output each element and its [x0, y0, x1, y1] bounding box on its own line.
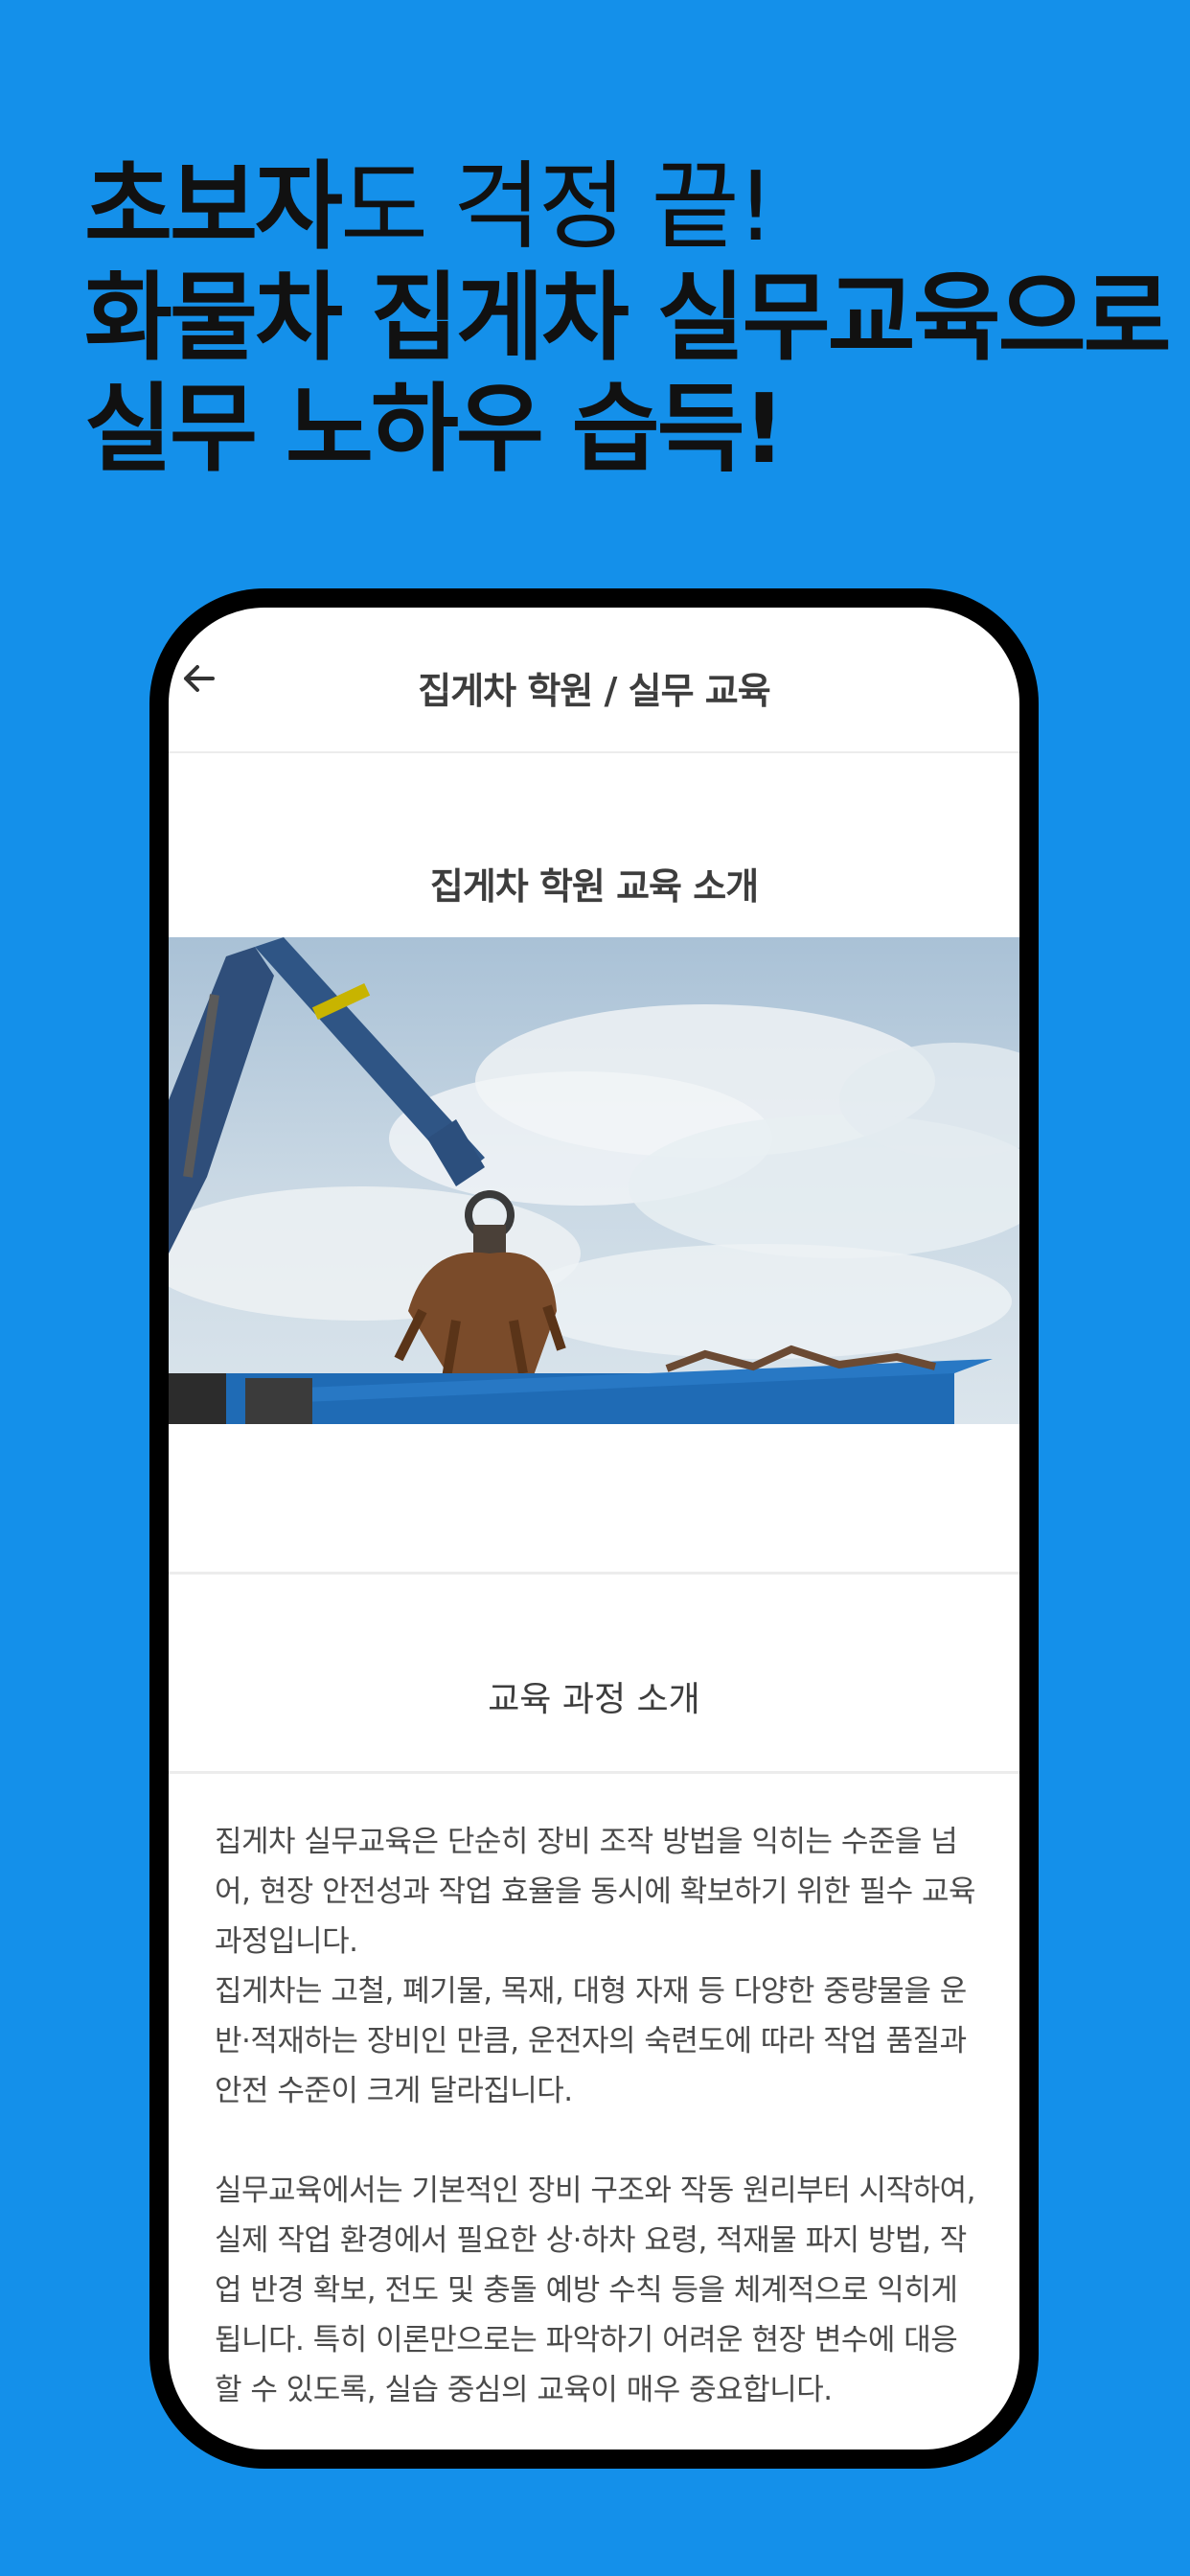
course-section-title: 교육 과정 소개 — [488, 1680, 700, 1719]
page-title: 집게차 학원 / 실무 교육 — [418, 670, 770, 712]
course-description: 집게차 실무교육은 단순히 장비 조작 방법을 익히는 수준을 넘어, 현장 안… — [215, 1817, 977, 2415]
headline-regular: 도 걱정 끝! — [340, 150, 775, 263]
divider — [169, 1572, 1019, 1575]
headline-line-1: 초보자도 걱정 끝! — [84, 151, 1138, 263]
description-paragraph: 집게차 실무교육은 단순히 장비 조작 방법을 익히는 수준을 넘어, 현장 안… — [215, 1825, 976, 1959]
description-paragraph: 집게차는 고철, 폐기물, 목재, 대형 자재 등 다양한 중량물을 운반·적재… — [215, 1974, 967, 2108]
description-paragraph: 실무교육에서는 기본적인 장비 구조와 작동 원리부터 시작하여, 실제 작업 … — [215, 2174, 976, 2407]
section-title: 집게차 학원 교육 소개 — [429, 865, 759, 908]
hero-image — [169, 937, 1019, 1424]
headline-line-3: 실무 노하우 습득! — [84, 373, 786, 485]
headline-line-2: 화물차 집게차 실무교육으로 — [84, 262, 1172, 374]
phone-mockup: 집게차 학원 / 실무 교육 집게차 학원 교육 소개 교육 과정 소개 집게차… — [149, 588, 1039, 2469]
phone-screen: 집게차 학원 / 실무 교육 집게차 학원 교육 소개 교육 과정 소개 집게차… — [169, 608, 1019, 2450]
headline-bold: 초보자 — [84, 150, 343, 263]
app-bar: 집게차 학원 / 실무 교육 — [169, 608, 1019, 753]
promo-headline: 초보자도 걱정 끝! 화물차 집게차 실무교육으로 실무 노하우 습득! — [84, 151, 1172, 485]
divider — [169, 1771, 1019, 1774]
